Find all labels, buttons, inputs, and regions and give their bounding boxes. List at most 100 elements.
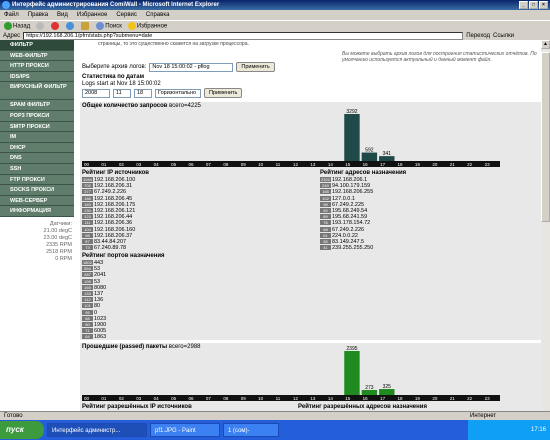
sidebar-item[interactable]: DNS	[0, 153, 74, 164]
back-button[interactable]: Назад	[4, 22, 30, 30]
dst-ports-list: Рейтинг портов назначения 1802 443 554 53 28…	[82, 253, 252, 340]
archive-row: Выберите архив логов: Nov 18 15:00:02 - …	[82, 62, 275, 72]
year-select[interactable]: 2008	[82, 88, 110, 98]
count-badge: 130	[82, 207, 93, 213]
month-select[interactable]: 11	[113, 88, 131, 98]
home-button[interactable]	[81, 22, 90, 30]
apply-date-button[interactable]: Применить	[204, 88, 243, 98]
menu-favorites[interactable]: Избранное	[77, 10, 107, 20]
list-value: 137	[94, 290, 104, 297]
search-icon	[96, 22, 105, 30]
count-badge: 554	[82, 266, 93, 272]
sidebar-item[interactable]: FTP ПРОКСИ	[0, 174, 74, 186]
count-badge: 71	[82, 328, 93, 334]
sidebar-item[interactable]: HTTP ПРОКСИ	[0, 61, 74, 72]
menu-help[interactable]: Справка	[146, 10, 170, 20]
taskbar: пуск Интерфейс администр... pf1.JPG - Pa…	[0, 420, 550, 440]
count-badge: 55	[320, 238, 331, 244]
go-button[interactable]: Переход	[466, 33, 490, 39]
x-tick-label: 14	[328, 396, 334, 401]
count-badge: 87	[82, 238, 93, 244]
x-tick-label: 00	[84, 162, 90, 167]
list-value: 8080	[94, 284, 107, 291]
list-value: 192.168.206.100	[94, 177, 136, 183]
stop-button[interactable]	[51, 22, 60, 30]
menu-file[interactable]: Файл	[4, 10, 19, 20]
sidebar-item[interactable]: ФИЛЬТР	[0, 40, 74, 51]
scroll-thumb[interactable]	[541, 52, 550, 222]
refresh-icon	[66, 22, 75, 30]
scroll-up-icon[interactable]: ▲	[541, 40, 550, 49]
count-badge: 73	[82, 245, 93, 251]
sidebar-item[interactable]: SOCKS ПРОКСИ	[0, 185, 74, 196]
list-value: 239.255.255.250	[332, 245, 374, 252]
list-value: 193.178.154.72	[332, 220, 371, 227]
x-tick-label: 16	[363, 162, 369, 167]
list-value: 1900	[94, 321, 107, 328]
count-badge: 92	[320, 207, 331, 213]
task-paint[interactable]: pf1.JPG - Paint	[150, 423, 220, 437]
star-icon	[127, 22, 136, 30]
refresh-button[interactable]	[66, 22, 75, 30]
links-button[interactable]: Ссылки	[493, 33, 514, 39]
list-value: 1023	[94, 315, 107, 322]
src-ip-title: Рейтинг IP источников	[82, 170, 149, 176]
x-tick-label: 04	[154, 396, 160, 401]
sidebar-item[interactable]: POP3 ПРОКСИ	[0, 110, 74, 122]
menu-view[interactable]: Вид	[57, 10, 68, 20]
sidebar-item[interactable]: DHCP	[0, 142, 74, 154]
task-folder[interactable]: 1 (сом)-	[223, 423, 279, 437]
list-value: 67.240.89.78	[94, 245, 127, 252]
count-badge: 1044	[82, 177, 93, 183]
x-tick-label: 20	[432, 396, 438, 401]
x-tick-label: 00	[84, 396, 90, 401]
list-value: 127.0.0.1	[332, 195, 355, 202]
favorites-button[interactable]: Избранное	[127, 22, 167, 30]
x-tick-label: 10	[258, 162, 264, 167]
count-badge: 165	[320, 189, 331, 195]
sidebar-item[interactable]: SPAM ФИЛЬТР	[0, 100, 74, 111]
minimize-button[interactable]: _	[519, 1, 528, 9]
dst-addr-title: Рейтинг адресов назначения	[320, 170, 407, 176]
sidebar-item[interactable]: ИНФОРМАЦИЯ	[0, 206, 74, 217]
sidebar-item[interactable]: SMTP ПРОКСИ	[0, 121, 74, 133]
sidebar-item[interactable]: SSH	[0, 163, 74, 175]
menu-edit[interactable]: Правка	[28, 10, 48, 20]
start-button[interactable]: пуск	[0, 421, 44, 439]
search-button[interactable]: Поиск	[96, 22, 122, 30]
list-value: 67.249.2.225	[332, 201, 365, 208]
sidebar-item[interactable]: WEB-СЕРВЕР	[0, 195, 74, 207]
sidebar-item[interactable]: IM	[0, 132, 74, 143]
task-ie[interactable]: Интерфейс администр...	[47, 423, 147, 437]
archive-select[interactable]: Nov 18 15:00:02 - pflog	[149, 62, 234, 72]
x-tick-label: 20	[432, 162, 438, 167]
list-value: 2041	[94, 272, 107, 279]
ie-logo-icon	[2, 1, 10, 9]
close-button[interactable]: ×	[539, 1, 548, 9]
status-bar: Готово Интернет	[0, 411, 550, 420]
apply-archive-button[interactable]: Применить	[236, 62, 275, 72]
count-badge: 165	[82, 284, 93, 290]
count-badge: 102	[320, 195, 331, 201]
day-select[interactable]: 18	[134, 88, 152, 98]
address-input[interactable]: https://192.168.206.1/pfrn/stats.php?sub…	[23, 31, 464, 40]
vertical-scrollbar[interactable]: ▲	[541, 40, 550, 411]
x-tick-label: 11	[276, 396, 281, 401]
bar	[344, 351, 360, 395]
count-badge: 199	[82, 278, 93, 284]
count-badge: 98	[320, 201, 331, 207]
count-badge: 133	[82, 290, 93, 296]
maximize-button[interactable]: □	[529, 1, 538, 9]
forward-button[interactable]	[36, 22, 45, 30]
bar-value-label: 2395	[346, 346, 357, 352]
count-badge: 112	[82, 297, 93, 303]
count-badge: 240	[320, 183, 331, 189]
list-value: 192.168.206.1	[332, 177, 368, 183]
x-tick-label: 21	[450, 162, 456, 167]
address-bar: Адрес https://192.168.206.1/pfrn/stats.p…	[0, 31, 550, 40]
orientation-select[interactable]: Горизонтально	[155, 88, 201, 98]
menu-tools[interactable]: Сервис	[116, 10, 137, 20]
sidebar-item[interactable]: IDS/IPS	[0, 71, 74, 83]
sidebar-item[interactable]: ВИРУСНЫЙ ФИЛЬТР	[0, 82, 74, 101]
sidebar-item[interactable]: WEB-ФИЛЬТР	[0, 50, 74, 62]
